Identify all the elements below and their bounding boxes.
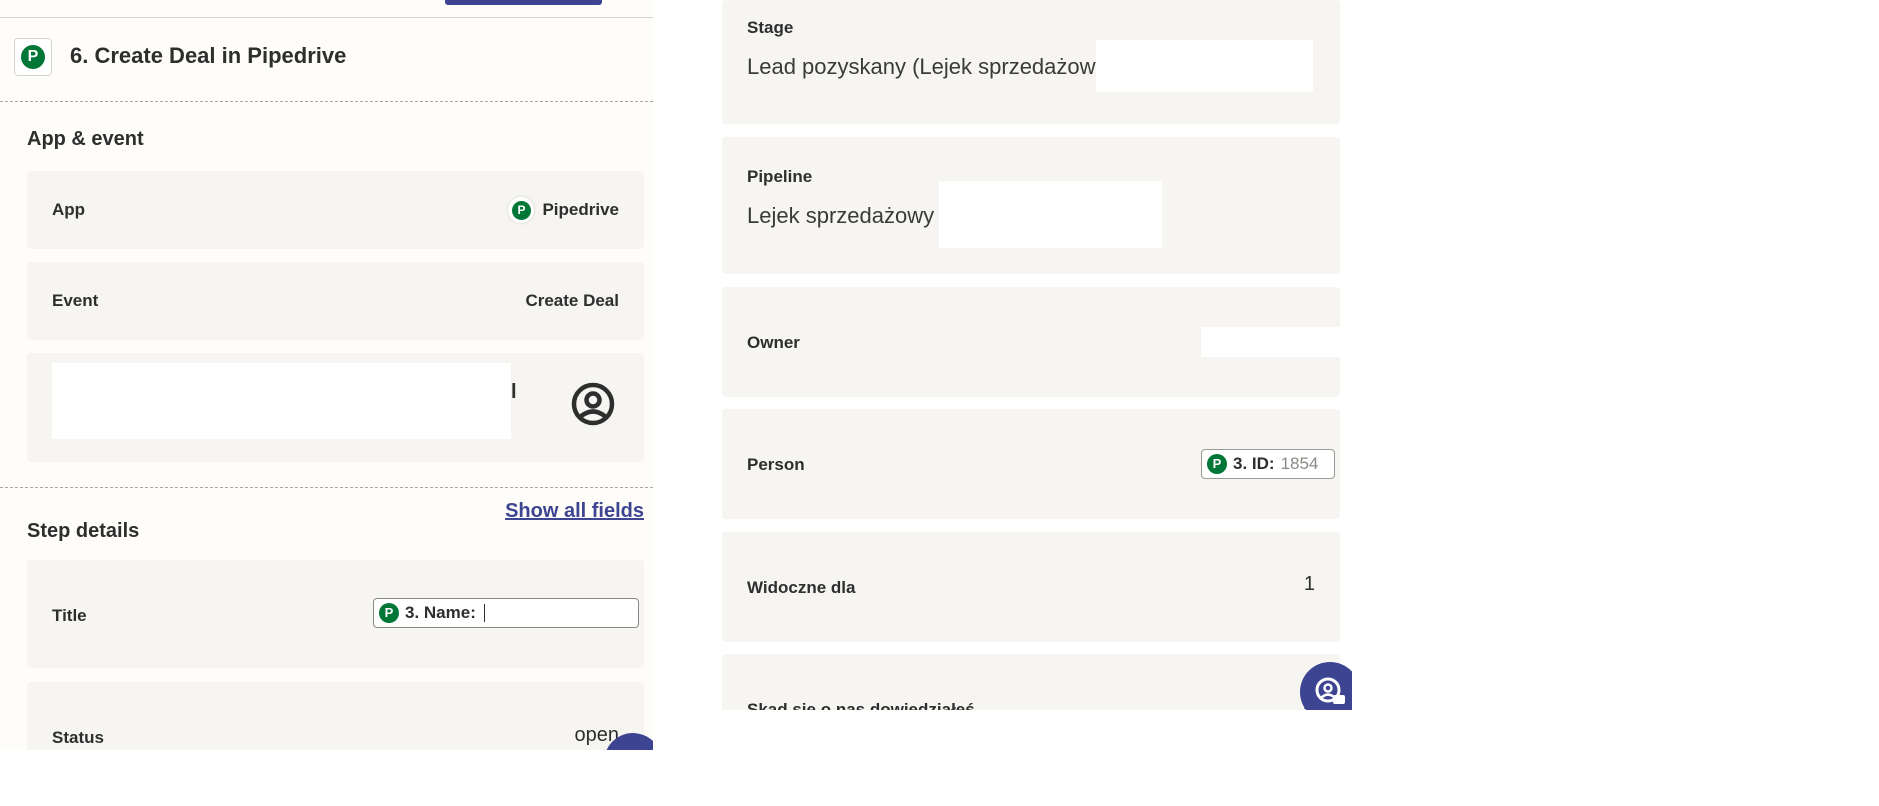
- account-partial-text: l: [511, 381, 517, 403]
- pipedrive-logo-icon: P: [508, 197, 535, 223]
- step-details-section-title: Step details: [27, 520, 140, 542]
- app-event-section-title: App & event: [27, 128, 144, 150]
- person-input[interactable]: P 3. ID: 1854: [1201, 449, 1335, 479]
- title-label: Title: [52, 606, 87, 625]
- event-value: Create Deal: [525, 291, 619, 311]
- visible-to-value: 1: [1303, 573, 1315, 595]
- step-fields-panel: Stage Lead pozyskany (Lejek sprzedażowy …: [722, 0, 1352, 710]
- pipedrive-logo-icon: P: [379, 603, 399, 623]
- top-action-button[interactable]: [445, 0, 602, 5]
- pipedrive-logo-icon: P: [21, 45, 45, 69]
- step-title: 6. Create Deal in Pipedrive: [70, 43, 347, 68]
- title-pill-label: 3. Name:: [405, 603, 476, 622]
- person-field-card[interactable]: Person P 3. ID: 1854: [722, 409, 1340, 519]
- visible-to-label: Widoczne dla: [747, 578, 856, 597]
- status-field-card[interactable]: Status open: [27, 682, 644, 750]
- top-divider: [0, 17, 653, 18]
- redacted-pipeline-area: [939, 181, 1162, 248]
- redacted-stage-area: [1096, 40, 1313, 92]
- source-field-card[interactable]: Skąd się o nas dowiedziałeś 4: [722, 654, 1340, 710]
- show-all-fields-link[interactable]: Show all fields: [505, 500, 644, 523]
- redacted-owner-area: [1201, 327, 1340, 357]
- help-chat-icon: [1315, 677, 1345, 704]
- pipeline-label: Pipeline: [747, 167, 813, 186]
- pipeline-field-card[interactable]: Pipeline Lejek sprzedażowy: [722, 137, 1340, 274]
- event-card[interactable]: Event Create Deal: [27, 262, 644, 340]
- event-name: Create Deal: [525, 291, 619, 310]
- visible-to-field-card[interactable]: Widoczne dla 1: [722, 532, 1340, 642]
- title-input[interactable]: P 3. Name:: [373, 598, 639, 628]
- person-pill-value: 1854: [1280, 454, 1319, 473]
- step-editor-panel: P 6. Create Deal in Pipedrive App & even…: [0, 0, 653, 750]
- pipedrive-logo-icon: P: [1207, 454, 1227, 474]
- account-card[interactable]: l: [27, 353, 644, 462]
- status-label: Status: [52, 728, 104, 747]
- stage-field-card[interactable]: Stage Lead pozyskany (Lejek sprzedażowy: [722, 0, 1340, 124]
- owner-field-card[interactable]: Owner: [722, 287, 1340, 397]
- stage-label: Stage: [747, 18, 794, 37]
- person-pill-label: 3. ID:: [1233, 454, 1275, 473]
- event-label: Event: [52, 291, 99, 310]
- section-divider: [0, 101, 653, 102]
- source-label: Skąd się o nas dowiedziałeś: [747, 700, 975, 710]
- owner-label: Owner: [747, 333, 800, 352]
- app-card[interactable]: App P Pipedrive: [27, 171, 644, 249]
- text-cursor: [483, 604, 485, 622]
- stage-value: Lead pozyskany (Lejek sprzedażowy: [747, 54, 1107, 79]
- pipeline-value: Lejek sprzedażowy: [747, 203, 935, 228]
- user-circle-icon: [571, 382, 615, 426]
- app-name: Pipedrive: [542, 200, 619, 219]
- app-value: P Pipedrive: [508, 197, 619, 223]
- person-label: Person: [747, 455, 805, 474]
- redacted-account-area: [52, 363, 511, 439]
- title-field-card[interactable]: Title P 3. Name:: [27, 560, 644, 668]
- section-divider: [0, 487, 653, 488]
- step-app-icon: P: [14, 38, 52, 76]
- app-label: App: [52, 200, 86, 219]
